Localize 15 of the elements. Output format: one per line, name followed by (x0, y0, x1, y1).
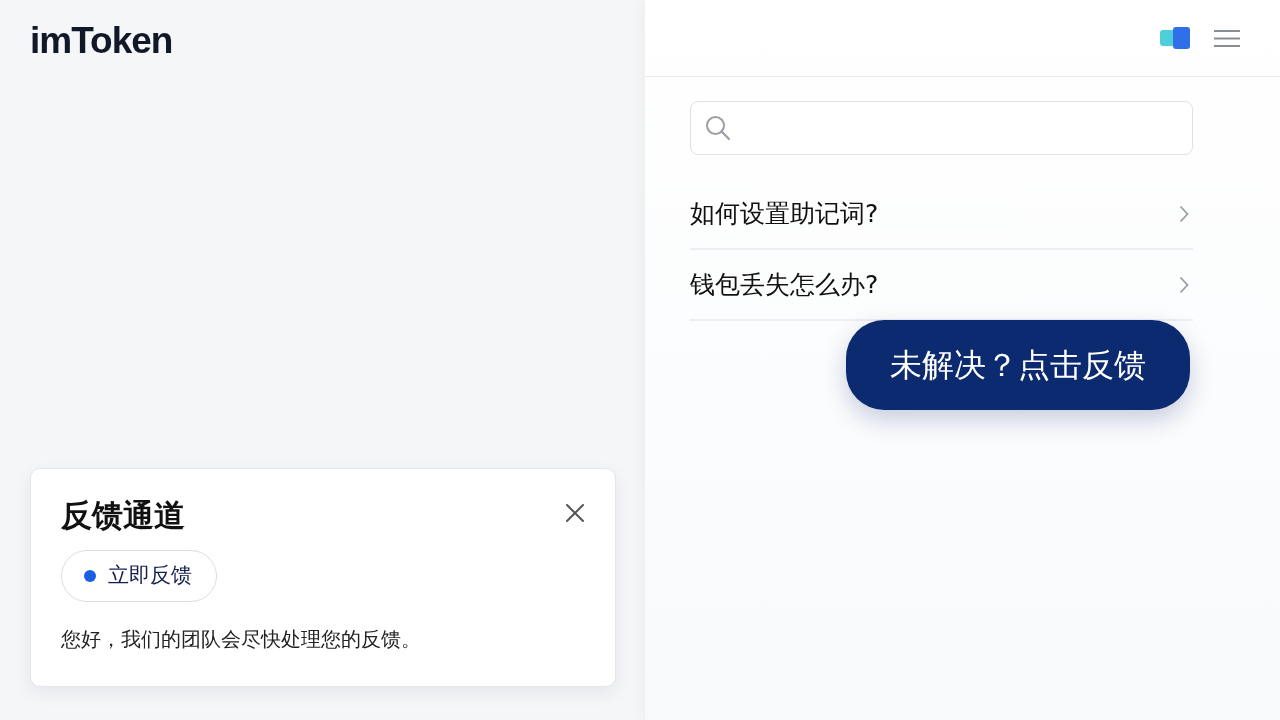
close-icon (565, 502, 585, 523)
cards-icon[interactable] (1160, 27, 1190, 49)
search-field[interactable] (690, 101, 1193, 155)
menu-icon[interactable] (1214, 29, 1240, 47)
close-button[interactable] (565, 502, 585, 523)
chevron-right-icon (1179, 204, 1189, 223)
faq-item[interactable]: 如何设置助记词? (690, 179, 1193, 250)
dot-icon (84, 570, 96, 582)
chevron-right-icon (1179, 275, 1189, 294)
feedback-button[interactable]: 未解决？点击反馈 (846, 320, 1190, 410)
search-icon (705, 115, 731, 141)
message-text: 您好，我们的团队会尽快处理您的反馈。 (61, 626, 422, 652)
panel-title: 反馈通道 (61, 496, 185, 534)
feedback-now-button[interactable]: 立即反馈 (61, 550, 217, 602)
logo: imToken (30, 22, 173, 59)
